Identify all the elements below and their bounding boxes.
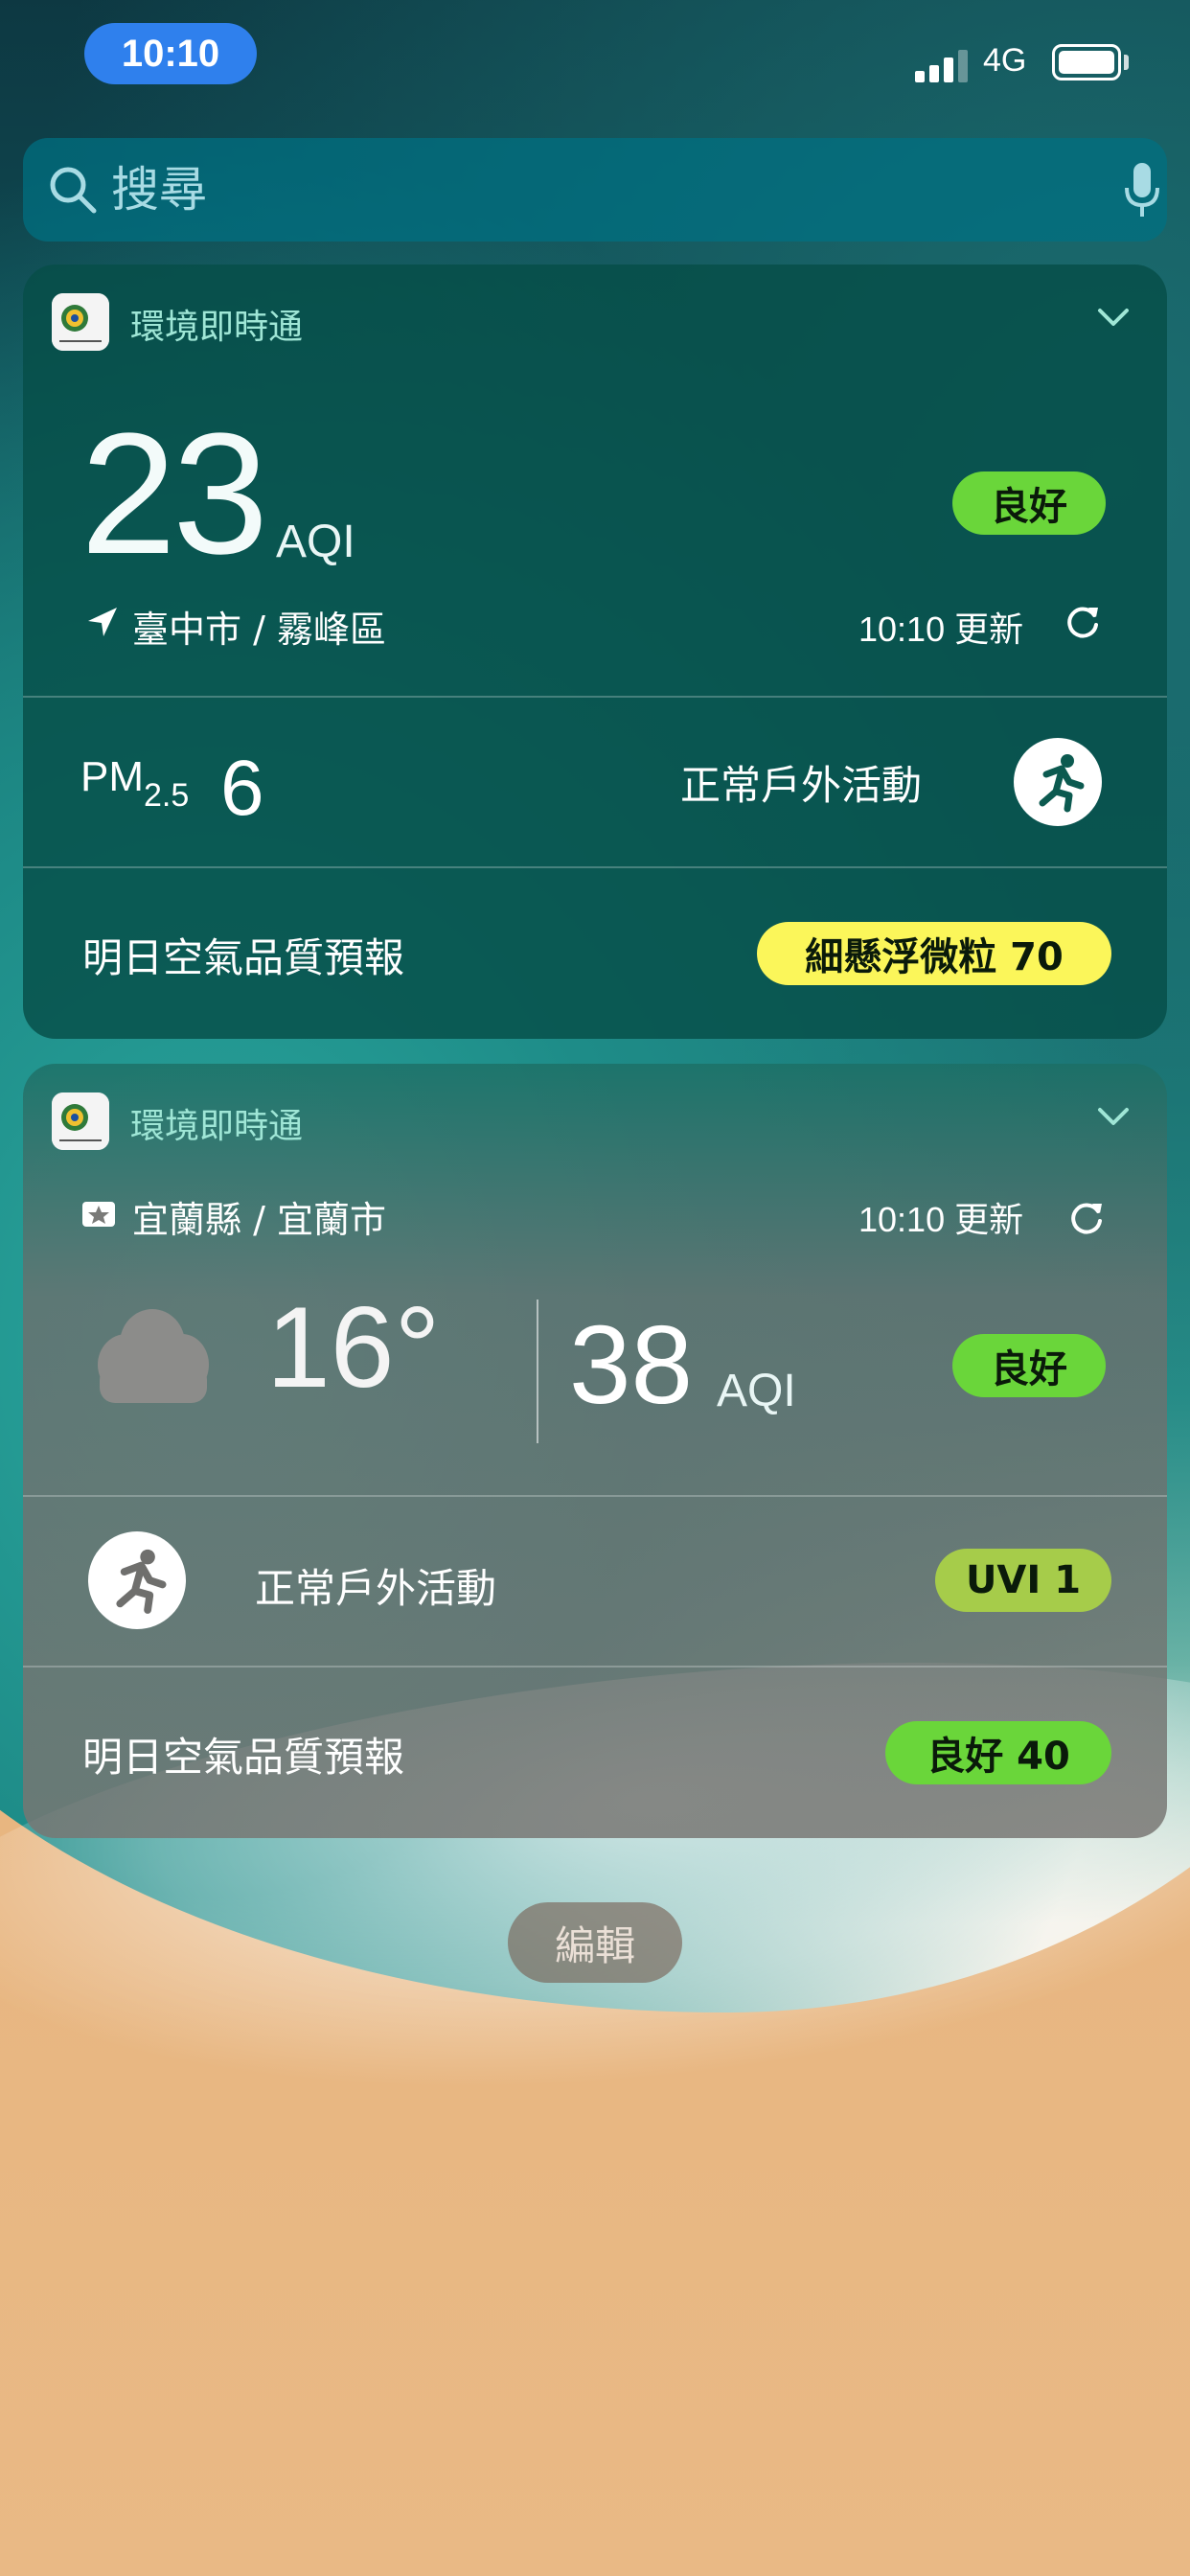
update-time: 10:10 更新 (858, 610, 1024, 649)
running-person-icon (88, 1531, 186, 1629)
aqi-value: 23 (80, 398, 268, 590)
chevron-down-icon[interactable] (1094, 303, 1133, 332)
location-text: 宜蘭縣 / 宜蘭市 (132, 1199, 386, 1241)
status-bar: 10:10 4G (0, 0, 1190, 125)
pm25-value: 6 (220, 745, 264, 832)
forecast-label: 明日空氣品質預報 (82, 934, 405, 981)
aqi-status-badge: 良好 (952, 1334, 1106, 1397)
app-icon (52, 1092, 109, 1150)
refresh-icon[interactable] (1064, 602, 1102, 640)
edit-button[interactable]: 編輯 (508, 1902, 682, 1983)
aqi-value: 38 (569, 1302, 694, 1427)
temperature: 16° (266, 1283, 441, 1412)
chevron-down-icon[interactable] (1094, 1102, 1133, 1131)
update-time: 10:10 更新 (858, 1200, 1024, 1239)
search-icon (50, 167, 97, 214)
battery-tip (1124, 55, 1129, 70)
running-person-icon (1014, 738, 1102, 826)
uvi-badge: UVI 1 (935, 1549, 1111, 1612)
search-bar[interactable] (23, 138, 1167, 242)
app-name: 環境即時通 (130, 1107, 304, 1146)
location-pin-icon (82, 1202, 115, 1227)
app-icon (52, 293, 109, 351)
cloud-icon (98, 1309, 209, 1403)
mic-icon[interactable] (1123, 161, 1161, 220)
cellular-signal-icon (915, 48, 969, 82)
weather-widget-yilan[interactable]: 環境即時通 宜蘭縣 / 宜蘭市 10:10 更新 16° 38 AQI 良好 正… (23, 1064, 1167, 1838)
pm-subscript: 2.5 (144, 777, 190, 814)
refresh-icon[interactable] (1067, 1198, 1106, 1236)
widget-header[interactable]: 環境即時通 (23, 264, 1167, 370)
activity-text: 正常戶外活動 (680, 762, 923, 809)
divider (23, 866, 1167, 868)
divider (23, 1495, 1167, 1497)
activity-text: 正常戶外活動 (255, 1565, 497, 1612)
aqi-unit: AQI (717, 1366, 796, 1416)
widget-header[interactable]: 環境即時通 (23, 1064, 1167, 1169)
aqi-status-badge: 良好 (952, 472, 1106, 535)
divider (23, 696, 1167, 698)
app-logo-icon (52, 293, 109, 351)
app-logo-icon (52, 1092, 109, 1150)
app-name: 環境即時通 (130, 308, 304, 347)
location-text: 臺中市 / 霧峰區 (132, 609, 386, 651)
location-arrow-icon (88, 608, 117, 636)
forecast-label: 明日空氣品質預報 (82, 1734, 405, 1781)
forecast-badge: 細懸浮微粒 70 (757, 922, 1111, 985)
pm25-label: PM2.5 (80, 753, 189, 814)
forecast-badge: 良好 40 (885, 1721, 1111, 1784)
divider (23, 1666, 1167, 1668)
network-type: 4G (983, 42, 1027, 79)
aqi-unit: AQI (276, 517, 355, 567)
battery-icon (1052, 44, 1121, 80)
aqi-widget-taichung[interactable]: 環境即時通 23 AQI 良好 臺中市 / 霧峰區 10:10 更新 PM2.5… (23, 264, 1167, 1039)
battery-fill (1059, 51, 1114, 74)
pm-label-text: PM (80, 753, 144, 800)
vertical-divider (537, 1300, 538, 1443)
search-input[interactable] (111, 151, 1069, 228)
status-time[interactable]: 10:10 (84, 23, 257, 84)
